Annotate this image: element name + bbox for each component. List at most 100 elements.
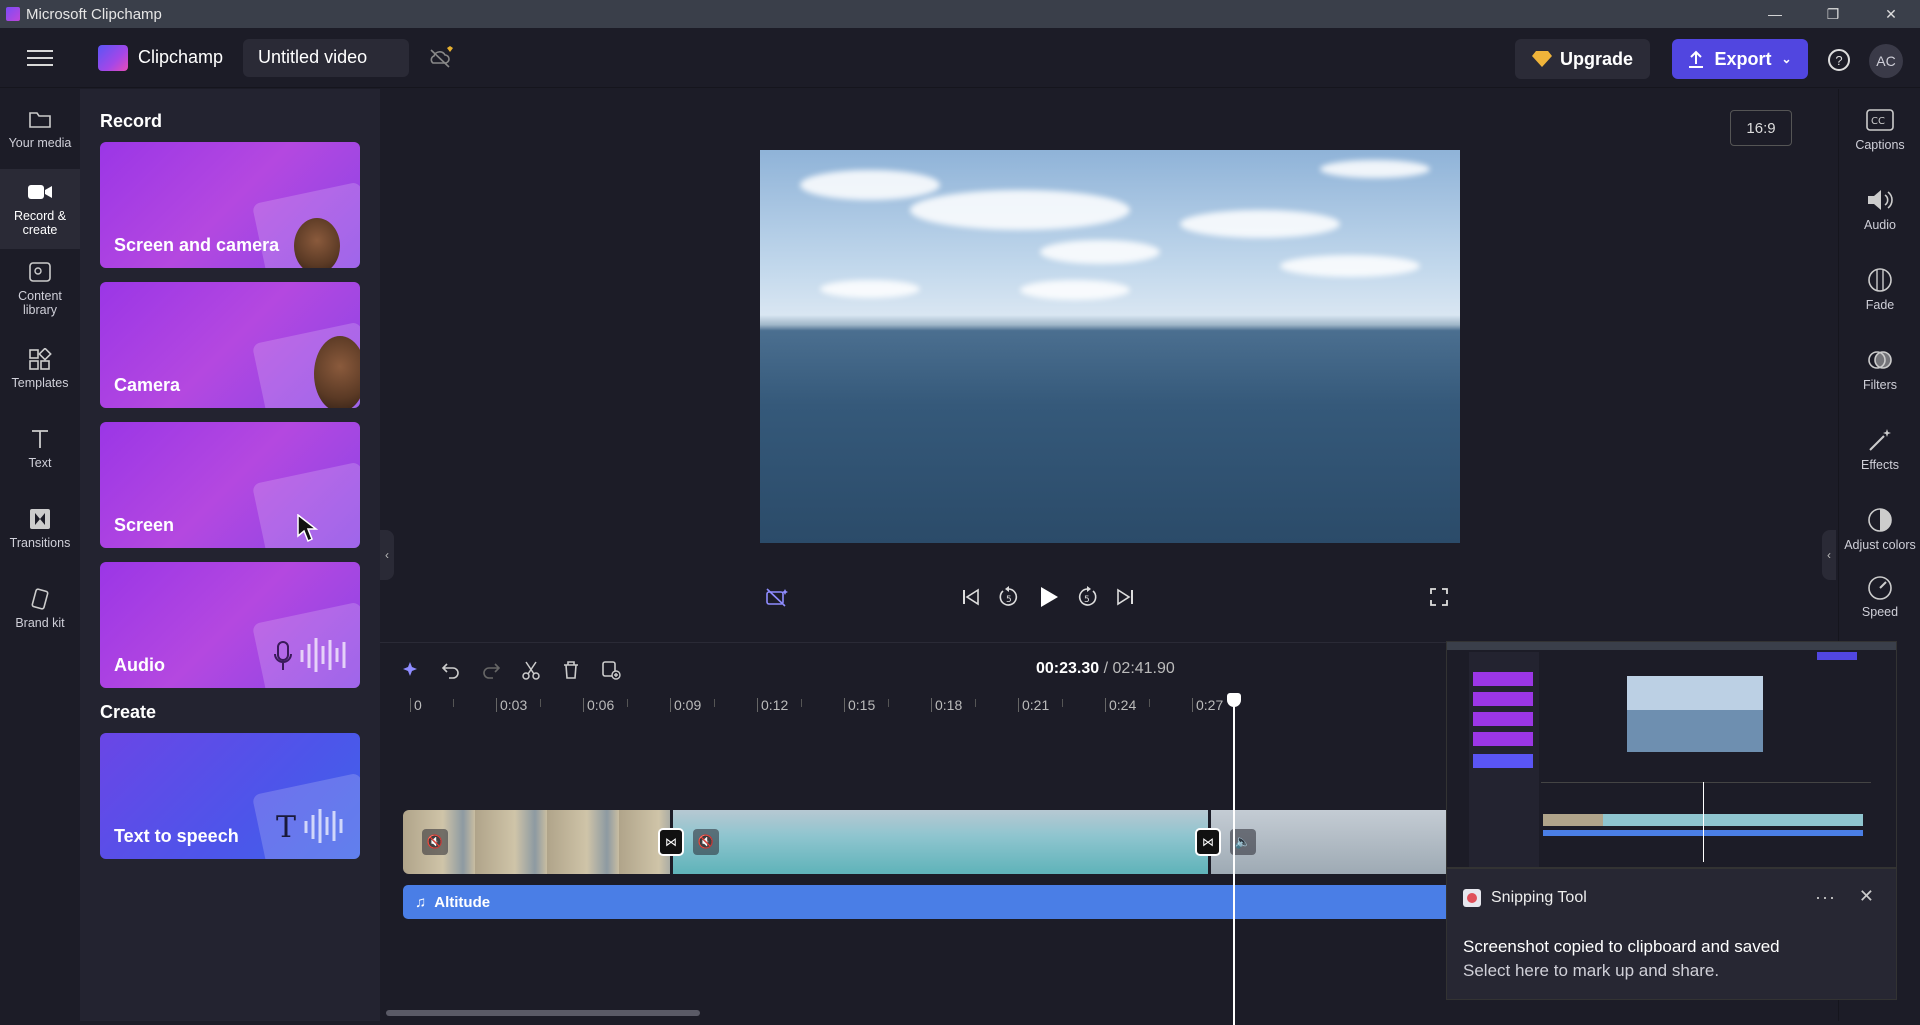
ruler-tick: 0:15: [843, 697, 876, 713]
record-create-panel: Record Screen and camera Camera Screen A…: [80, 89, 380, 1021]
play-button[interactable]: [1036, 584, 1062, 610]
collapse-right-panel-button[interactable]: ‹: [1822, 530, 1836, 580]
collapse-left-panel-button[interactable]: ‹: [380, 530, 394, 580]
transition-icon[interactable]: ⋈: [1195, 828, 1221, 856]
muted-icon[interactable]: 🔇: [693, 829, 719, 855]
nav-text[interactable]: Text: [0, 409, 80, 489]
ruler-tick: 0:06: [582, 697, 615, 713]
notification-sub-message: Select here to mark up and share.: [1463, 961, 1720, 980]
cloud-off-icon[interactable]: [427, 45, 454, 70]
playback-controls: 5 5: [760, 584, 1460, 624]
adjust-colors-icon: [1866, 506, 1894, 534]
ruler-tick: 0:24: [1104, 697, 1137, 713]
video-clip-sea[interactable]: [673, 810, 1208, 874]
skip-back-icon[interactable]: [958, 584, 984, 610]
video-track[interactable]: [403, 810, 1503, 874]
fullscreen-icon[interactable]: [1426, 584, 1452, 610]
screen-and-camera-card[interactable]: Screen and camera: [100, 142, 360, 268]
nav-captions[interactable]: CC Captions: [1839, 89, 1920, 169]
magic-sparkle-icon[interactable]: [398, 657, 424, 683]
video-camera-icon: [27, 180, 53, 204]
minimize-button[interactable]: —: [1746, 0, 1804, 28]
folder-icon: [27, 107, 53, 131]
text-icon: [27, 427, 53, 451]
avatar[interactable]: AC: [1869, 44, 1903, 78]
speaker-icon: [1866, 186, 1894, 214]
timeline-scrollbar[interactable]: [386, 1010, 700, 1016]
camera-card[interactable]: Camera: [100, 282, 360, 408]
chevron-down-icon: ⌄: [1781, 52, 1792, 66]
person-image: [314, 336, 360, 408]
scissors-icon[interactable]: [518, 657, 544, 683]
time-ruler: 0 0:03 0:06 0:09 0:12 0:15 0:18 0:21 0:2…: [398, 697, 1498, 717]
skip-forward-icon[interactable]: [1112, 584, 1138, 610]
more-options-button[interactable]: ···: [1815, 887, 1836, 908]
muted-icon[interactable]: 🔇: [422, 829, 448, 855]
left-nav: Your media Record & create Content libra…: [0, 89, 80, 1021]
upgrade-button[interactable]: Upgrade: [1515, 39, 1650, 79]
ruler-tick: 0: [410, 697, 422, 713]
svg-text:CC: CC: [1871, 116, 1885, 127]
nav-record-create[interactable]: Record & create: [0, 169, 80, 249]
nav-content-library[interactable]: Content library: [0, 249, 80, 329]
screenshot-thumbnail[interactable]: [1446, 641, 1897, 868]
help-icon[interactable]: ?: [1828, 49, 1850, 71]
templates-icon: [27, 347, 53, 371]
nav-fade[interactable]: Fade: [1839, 249, 1920, 329]
duplicate-icon[interactable]: [598, 657, 624, 683]
timeline-toolbar: [398, 657, 624, 683]
nav-effects[interactable]: Effects: [1839, 409, 1920, 489]
screenshot-preview-image: [1447, 642, 1896, 867]
delete-icon[interactable]: [558, 657, 584, 683]
forward-5-icon[interactable]: 5: [1074, 584, 1100, 610]
transition-icon[interactable]: ⋈: [658, 828, 684, 856]
audio-track-label: Altitude: [434, 893, 491, 911]
brand-kit-icon: [27, 587, 53, 611]
restore-button[interactable]: ❐: [1804, 0, 1862, 28]
record-heading: Record: [100, 111, 163, 131]
snipping-tool-icon: [1463, 889, 1481, 907]
diamond-icon: [1531, 51, 1552, 67]
aspect-ratio-button[interactable]: 16:9: [1730, 110, 1792, 146]
export-button[interactable]: Export ⌄: [1672, 39, 1808, 79]
notification-message: Screenshot copied to clipboard and saved: [1463, 937, 1780, 956]
close-window-button[interactable]: ✕: [1862, 0, 1920, 28]
audio-track[interactable]: ♫ Altitude: [403, 885, 1503, 919]
nav-speed[interactable]: Speed: [1839, 569, 1920, 619]
rewind-5-icon[interactable]: 5: [996, 584, 1022, 610]
fade-icon: [1866, 266, 1894, 294]
ruler-tick: 0:21: [1017, 697, 1050, 713]
brand: Clipchamp: [98, 44, 223, 71]
playhead[interactable]: [1227, 693, 1241, 1025]
window-titlebar: Microsoft Clipchamp — ❐ ✕: [0, 0, 1920, 28]
text-to-speech-card[interactable]: T Text to speech: [100, 733, 360, 859]
ruler-tick: 0:03: [495, 697, 528, 713]
menu-icon[interactable]: [0, 45, 80, 71]
nav-templates[interactable]: Templates: [0, 329, 80, 409]
timecode: 00:23.30 / 02:41.90: [1036, 660, 1175, 677]
audio-card[interactable]: Audio: [100, 562, 360, 688]
text-waveform-icon: T: [276, 809, 343, 845]
undo-icon[interactable]: [438, 657, 464, 683]
nav-transitions[interactable]: Transitions: [0, 489, 80, 569]
magic-camera-icon[interactable]: [764, 584, 790, 610]
close-notification-button[interactable]: ✕: [1859, 886, 1874, 907]
nav-your-media[interactable]: Your media: [0, 89, 80, 169]
preview-stage: 16:9 5 5: [380, 89, 1838, 641]
video-title-input[interactable]: Untitled video: [243, 38, 410, 77]
window-title: Microsoft Clipchamp: [26, 5, 162, 23]
nav-audio[interactable]: Audio: [1839, 169, 1920, 249]
snipping-tool-notification[interactable]: Snipping Tool ··· ✕ Screenshot copied to…: [1446, 868, 1897, 1000]
magic-wand-icon: [1866, 426, 1894, 454]
ruler-tick: 0:09: [669, 697, 702, 713]
captions-icon: CC: [1866, 106, 1894, 134]
screen-card[interactable]: Screen: [100, 422, 360, 548]
app-header: Clipchamp Untitled video Upgrade Export …: [0, 28, 1920, 88]
upload-icon: [1689, 50, 1704, 68]
svg-text:5: 5: [1084, 595, 1090, 605]
nav-filters[interactable]: Filters: [1839, 329, 1920, 409]
svg-text:T: T: [276, 810, 296, 845]
nav-adjust-colors[interactable]: Adjust colors: [1839, 489, 1920, 569]
nav-brand-kit[interactable]: Brand kit: [0, 569, 80, 649]
svg-text:5: 5: [1006, 595, 1012, 605]
